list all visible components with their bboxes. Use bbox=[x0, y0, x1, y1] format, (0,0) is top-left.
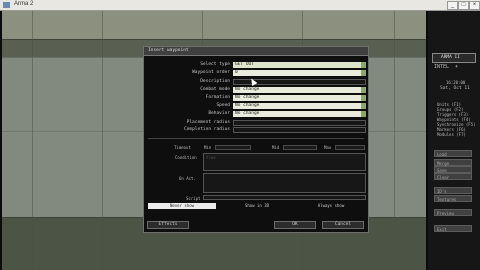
type-label: Select type bbox=[200, 62, 230, 67]
timeout-mid-input[interactable] bbox=[283, 145, 317, 150]
order-label: Waypoint order bbox=[192, 70, 230, 75]
completion-radius-label: Completion radius bbox=[183, 127, 230, 132]
save-button[interactable]: Save bbox=[434, 166, 472, 173]
chevron-down-icon bbox=[361, 87, 366, 93]
window-title: Arma 2 bbox=[14, 1, 34, 7]
script-label: Script bbox=[186, 196, 201, 201]
combat-mode-select[interactable]: No change bbox=[233, 87, 366, 93]
formation-label: Formation bbox=[205, 95, 230, 100]
minimize-button[interactable]: _ bbox=[447, 1, 458, 10]
script-input[interactable] bbox=[203, 195, 366, 200]
behavior-select[interactable]: No change bbox=[233, 111, 366, 117]
ok-button[interactable]: OK bbox=[274, 221, 316, 229]
textures-button[interactable]: Textures bbox=[434, 195, 472, 202]
window-titlebar: Arma 2 _ □ × bbox=[0, 0, 480, 11]
app-icon bbox=[3, 2, 10, 8]
on-act-label: On Act. bbox=[179, 176, 196, 181]
clear-button[interactable]: Clear bbox=[434, 173, 472, 180]
order-select[interactable]: 0 bbox=[233, 70, 366, 76]
show-in-3d-option[interactable]: Show in 3D bbox=[222, 203, 292, 209]
maximize-button[interactable]: □ bbox=[458, 1, 469, 10]
ids-button[interactable]: ID's bbox=[434, 187, 472, 194]
condition-input[interactable]: true bbox=[203, 153, 366, 171]
merge-button[interactable]: Merge bbox=[434, 159, 472, 166]
description-label: Description bbox=[200, 79, 230, 84]
mode-label[interactable]: INTEL bbox=[434, 64, 449, 70]
timeout-label: Timeout bbox=[174, 145, 191, 150]
time-label: 16:20:00 bbox=[446, 80, 466, 85]
logo: ARMA II bbox=[441, 55, 460, 60]
insert-waypoint-dialog: Insert waypoint Select type GET OUT Wayp… bbox=[143, 46, 369, 233]
formation-select[interactable]: No change bbox=[233, 95, 366, 101]
chevron-down-icon bbox=[361, 111, 366, 117]
combat-mode-value: No change bbox=[235, 87, 260, 92]
effects-button[interactable]: Effects bbox=[147, 221, 189, 229]
speed-value: No change bbox=[235, 103, 260, 108]
sun-icon: ☀ bbox=[455, 64, 459, 70]
speed-label: Speed bbox=[216, 103, 230, 108]
condition-label: Condition bbox=[175, 155, 197, 160]
behavior-label: Behavior bbox=[208, 111, 230, 116]
mode-modules[interactable]: Modules (F7) bbox=[437, 132, 466, 137]
chevron-down-icon bbox=[361, 62, 366, 68]
preview-button[interactable]: Preview bbox=[434, 209, 472, 216]
chevron-down-icon bbox=[361, 95, 366, 101]
speed-select[interactable]: No change bbox=[233, 103, 366, 109]
behavior-value: No change bbox=[235, 111, 260, 116]
cancel-button[interactable]: Cancel bbox=[322, 221, 364, 229]
dialog-titlebar: Insert waypoint bbox=[144, 47, 368, 56]
type-value: GET OUT bbox=[235, 62, 254, 67]
exit-button[interactable]: Exit bbox=[434, 225, 472, 232]
order-value: 0 bbox=[235, 70, 238, 75]
timeout-min-label: Min bbox=[204, 145, 212, 150]
completion-radius-input[interactable] bbox=[233, 127, 366, 133]
never-show-option[interactable]: Never show bbox=[148, 203, 216, 209]
chevron-down-icon bbox=[361, 70, 366, 76]
timeout-max-label: Max bbox=[324, 145, 332, 150]
chevron-down-icon bbox=[361, 103, 366, 109]
timeout-mid-label: Mid bbox=[272, 145, 280, 150]
placement-radius-label: Placement radius bbox=[186, 120, 230, 125]
timeout-min-input[interactable] bbox=[215, 145, 251, 150]
divider bbox=[148, 138, 364, 139]
on-act-input[interactable] bbox=[203, 173, 366, 193]
always-show-option[interactable]: Always show bbox=[296, 203, 366, 209]
combat-mode-label: Combat mode bbox=[200, 87, 230, 92]
type-select[interactable]: GET OUT bbox=[233, 62, 366, 68]
date-label: Sat, Oct 11 bbox=[440, 86, 470, 91]
timeout-max-input[interactable] bbox=[335, 145, 365, 150]
load-button[interactable]: Load bbox=[434, 150, 472, 157]
formation-value: No change bbox=[235, 95, 260, 100]
placement-radius-input[interactable] bbox=[233, 120, 366, 126]
close-button[interactable]: × bbox=[469, 1, 480, 10]
logo-box: ARMA II bbox=[432, 53, 476, 63]
dialog-title: Insert waypoint bbox=[148, 48, 189, 53]
